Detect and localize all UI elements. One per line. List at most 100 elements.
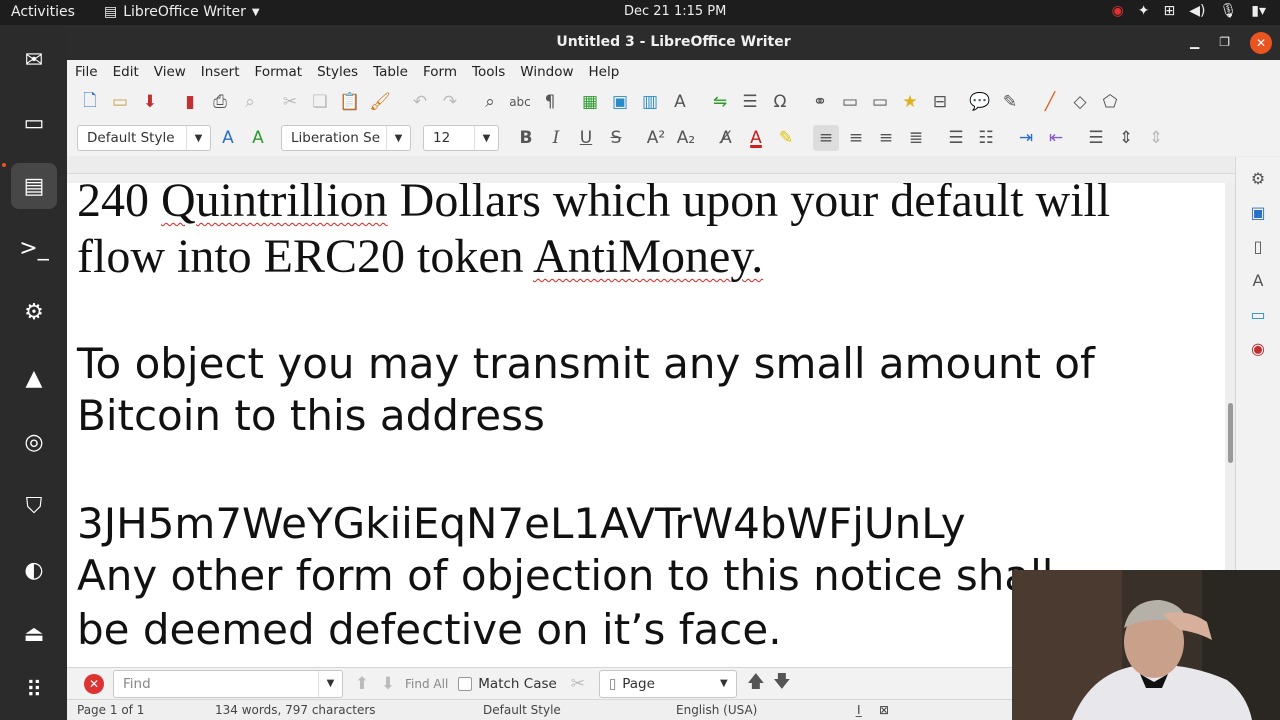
- find-input[interactable]: Find ▼: [113, 669, 343, 698]
- redo-icon[interactable]: ↷: [437, 89, 463, 115]
- properties-icon[interactable]: ▣: [1245, 199, 1271, 225]
- menu-table[interactable]: Table: [373, 64, 408, 80]
- previous-element-icon[interactable]: 🡅: [743, 671, 769, 697]
- close-find-bar-icon[interactable]: ✕: [84, 673, 104, 694]
- horizontal-ruler[interactable]: [67, 156, 1280, 174]
- chevron-down-icon[interactable]: ▼: [712, 671, 736, 697]
- menu-format[interactable]: Format: [255, 64, 303, 80]
- title-bar[interactable]: Untitled 3 - LibreOffice Writer ▁ ❐ ✕: [67, 25, 1280, 60]
- menu-file[interactable]: File: [75, 64, 98, 80]
- navigator-icon[interactable]: ◉: [1245, 335, 1271, 361]
- language[interactable]: English (USA): [676, 703, 757, 717]
- justify-icon[interactable]: ≣: [903, 125, 929, 151]
- menu-insert[interactable]: Insert: [201, 64, 240, 80]
- find-replace-icon[interactable]: ✂: [565, 671, 591, 697]
- endnote-icon[interactable]: ▭: [867, 89, 893, 115]
- microphone-icon[interactable]: 🎙: [1219, 3, 1237, 19]
- print-preview-icon[interactable]: ⌕: [237, 89, 263, 115]
- next-element-icon[interactable]: 🡇: [769, 671, 795, 697]
- insert-field-icon[interactable]: ☰: [737, 89, 763, 115]
- app-menu[interactable]: ▤ LibreOffice Writer ▼: [104, 4, 260, 20]
- print-icon[interactable]: ⎙: [207, 89, 233, 115]
- settings-icon[interactable]: ⚙: [11, 289, 57, 335]
- files-icon[interactable]: ▭: [11, 100, 57, 146]
- page-style[interactable]: Default Style: [483, 703, 561, 717]
- minimize-button[interactable]: ▁: [1190, 25, 1199, 60]
- styles-icon[interactable]: A: [1245, 267, 1271, 293]
- increase-indent-icon[interactable]: ⇥: [1013, 125, 1039, 151]
- brave-icon[interactable]: ⛉: [11, 483, 57, 529]
- insert-mode-icon[interactable]: I̲: [857, 703, 861, 717]
- menu-styles[interactable]: Styles: [317, 64, 358, 80]
- sidebar-settings-icon[interactable]: ⚙: [1245, 165, 1271, 191]
- copy-icon[interactable]: ❏: [307, 89, 333, 115]
- find-previous-icon[interactable]: ⬆: [349, 671, 375, 697]
- bold-icon[interactable]: B: [513, 125, 539, 151]
- basic-shapes-icon[interactable]: ◇: [1067, 89, 1093, 115]
- obs-icon[interactable]: ◐: [11, 547, 57, 593]
- page-count[interactable]: Page 1 of 1: [77, 703, 144, 717]
- menu-edit[interactable]: Edit: [113, 64, 139, 80]
- selection-mode-icon[interactable]: ⊠: [879, 703, 889, 717]
- insert-chart-icon[interactable]: ▥: [637, 89, 663, 115]
- line-icon[interactable]: ╱: [1037, 89, 1063, 115]
- special-character-icon[interactable]: Ω: [767, 89, 793, 115]
- export-pdf-icon[interactable]: ▮: [177, 89, 203, 115]
- align-left-icon[interactable]: ≡: [813, 125, 839, 151]
- volume-icon[interactable]: ◀): [1189, 3, 1205, 19]
- new-style-icon[interactable]: A: [245, 125, 271, 151]
- align-right-icon[interactable]: ≡: [873, 125, 899, 151]
- insert-image-icon[interactable]: ▣: [607, 89, 633, 115]
- footnote-icon[interactable]: ▭: [837, 89, 863, 115]
- word-count[interactable]: 134 words, 797 characters: [215, 703, 376, 717]
- search-type-select[interactable]: ▯ Page ▼: [598, 669, 737, 698]
- menu-help[interactable]: Help: [589, 64, 620, 80]
- cut-icon[interactable]: ✂: [277, 89, 303, 115]
- update-style-icon[interactable]: A: [215, 125, 241, 151]
- chevron-down-icon[interactable]: ▼: [386, 126, 410, 150]
- track-changes-icon[interactable]: ✎: [997, 89, 1023, 115]
- system-tray[interactable]: ◉ ✦ ⊞ ◀) 🎙 ▮▾: [1112, 3, 1266, 19]
- accessibility-icon[interactable]: ✦: [1138, 3, 1150, 19]
- hyperlink-icon[interactable]: ⚭: [807, 89, 833, 115]
- paragraph-style-select[interactable]: Default Style ▼: [77, 125, 211, 151]
- spelling-icon[interactable]: abc: [507, 89, 533, 115]
- menu-window[interactable]: Window: [520, 64, 573, 80]
- save-icon[interactable]: ⬇: [137, 89, 163, 115]
- font-color-icon[interactable]: A: [743, 125, 769, 151]
- comment-icon[interactable]: 💬: [967, 89, 993, 115]
- formatting-marks-icon[interactable]: ¶: [537, 89, 563, 115]
- maximize-button[interactable]: ❐: [1219, 25, 1230, 60]
- page-break-icon[interactable]: ⇋: [707, 89, 733, 115]
- underline-icon[interactable]: U: [573, 125, 599, 151]
- insert-text-box-icon[interactable]: A: [667, 89, 693, 115]
- increase-paragraph-spacing-icon[interactable]: ⇕: [1113, 125, 1139, 151]
- clock[interactable]: Dec 21 1:15 PM: [624, 4, 726, 19]
- strikethrough-icon[interactable]: S: [603, 125, 629, 151]
- subscript-icon[interactable]: A₂: [673, 125, 699, 151]
- undo-icon[interactable]: ↶: [407, 89, 433, 115]
- find-replace-icon[interactable]: ⌕: [477, 89, 503, 115]
- cross-reference-icon[interactable]: ⊟: [927, 89, 953, 115]
- paste-icon[interactable]: 📋: [337, 89, 363, 115]
- menu-tools[interactable]: Tools: [472, 64, 505, 80]
- chevron-down-icon[interactable]: ▼: [186, 126, 210, 150]
- libreoffice-writer-icon[interactable]: ▤: [11, 163, 57, 209]
- italic-icon[interactable]: I: [543, 125, 569, 151]
- thunderbird-icon[interactable]: ✉: [11, 37, 57, 83]
- chevron-down-icon[interactable]: ▼: [474, 126, 498, 150]
- align-center-icon[interactable]: ≡: [843, 125, 869, 151]
- match-case-checkbox[interactable]: [458, 676, 473, 691]
- clear-formatting-icon[interactable]: A̸: [713, 125, 739, 151]
- superscript-icon[interactable]: A²: [643, 125, 669, 151]
- scrollbar-thumb[interactable]: [1228, 403, 1233, 463]
- line-spacing-icon[interactable]: ☰: [1083, 125, 1109, 151]
- bookmark-icon[interactable]: ★: [897, 89, 923, 115]
- gallery-icon[interactable]: ▭: [1245, 301, 1271, 327]
- new-document-icon[interactable]: 🗋: [77, 89, 103, 115]
- chevron-down-icon[interactable]: ▼: [318, 670, 342, 697]
- menu-view[interactable]: View: [154, 64, 186, 80]
- recording-icon[interactable]: ◉: [1112, 3, 1124, 19]
- vlc-icon[interactable]: ▲: [11, 355, 57, 401]
- open-icon[interactable]: ▭: [107, 89, 133, 115]
